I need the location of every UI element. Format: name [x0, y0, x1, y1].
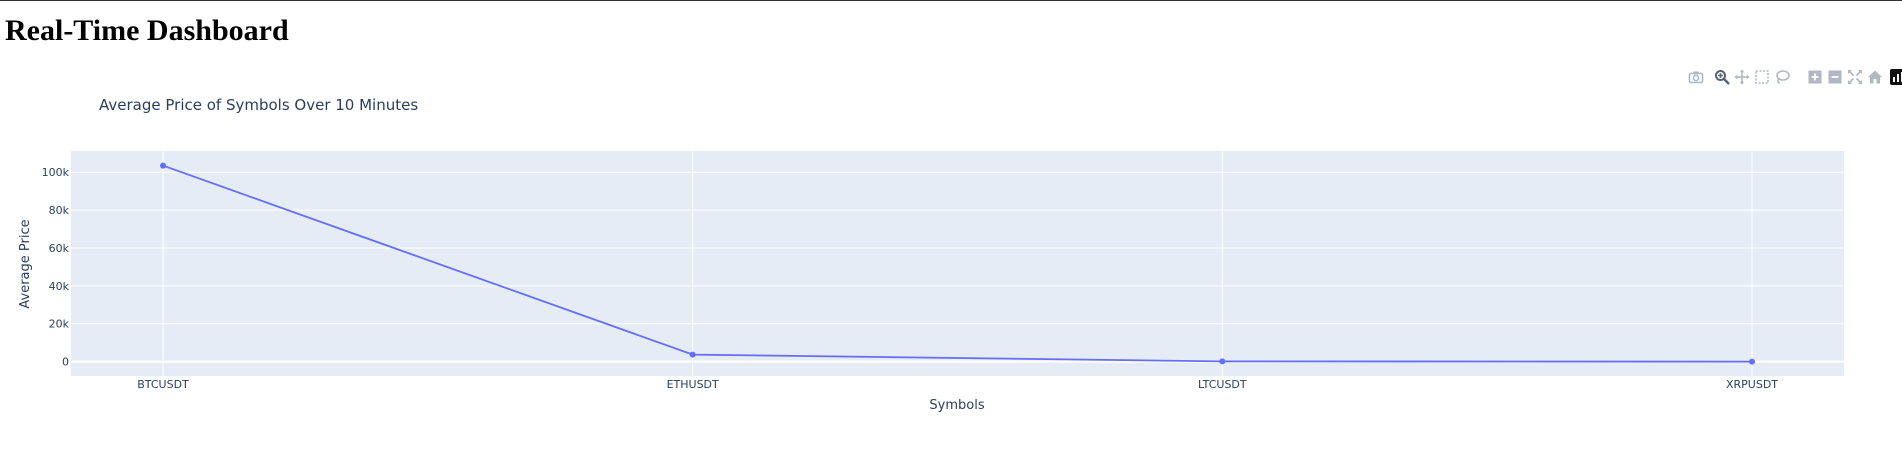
y-tick-label: 100k: [42, 166, 70, 179]
x-tick-label: XRPUSDT: [1726, 378, 1778, 391]
y-tick-label: 0: [62, 356, 69, 369]
data-point[interactable]: [1219, 358, 1226, 365]
data-point[interactable]: [160, 162, 166, 169]
line-chart: Average Price of Symbols Over 10 Minutes…: [18, 96, 1844, 413]
y-tick-label: 80k: [49, 204, 70, 217]
y-tick-label: 60k: [49, 242, 70, 255]
data-point[interactable]: [689, 351, 696, 358]
x-tick-label: ETHUSDT: [667, 378, 719, 391]
y-tick-label: 40k: [49, 280, 70, 293]
x-tick-label: LTCUSDT: [1198, 378, 1247, 391]
x-axis-title: Symbols: [929, 398, 984, 413]
y-tick-labels: 0 20k 40k 60k 80k 100k: [42, 166, 70, 368]
chart-title: Average Price of Symbols Over 10 Minutes: [99, 96, 418, 114]
plot-area[interactable]: [71, 151, 1844, 376]
y-axis-title: Average Price: [18, 219, 33, 308]
y-tick-label: 20k: [49, 318, 70, 331]
x-tick-label: BTCUSDT: [137, 378, 189, 391]
x-tick-labels: BTCUSDT ETHUSDT LTCUSDT XRPUSDT: [137, 378, 1778, 391]
data-point[interactable]: [1749, 358, 1755, 365]
